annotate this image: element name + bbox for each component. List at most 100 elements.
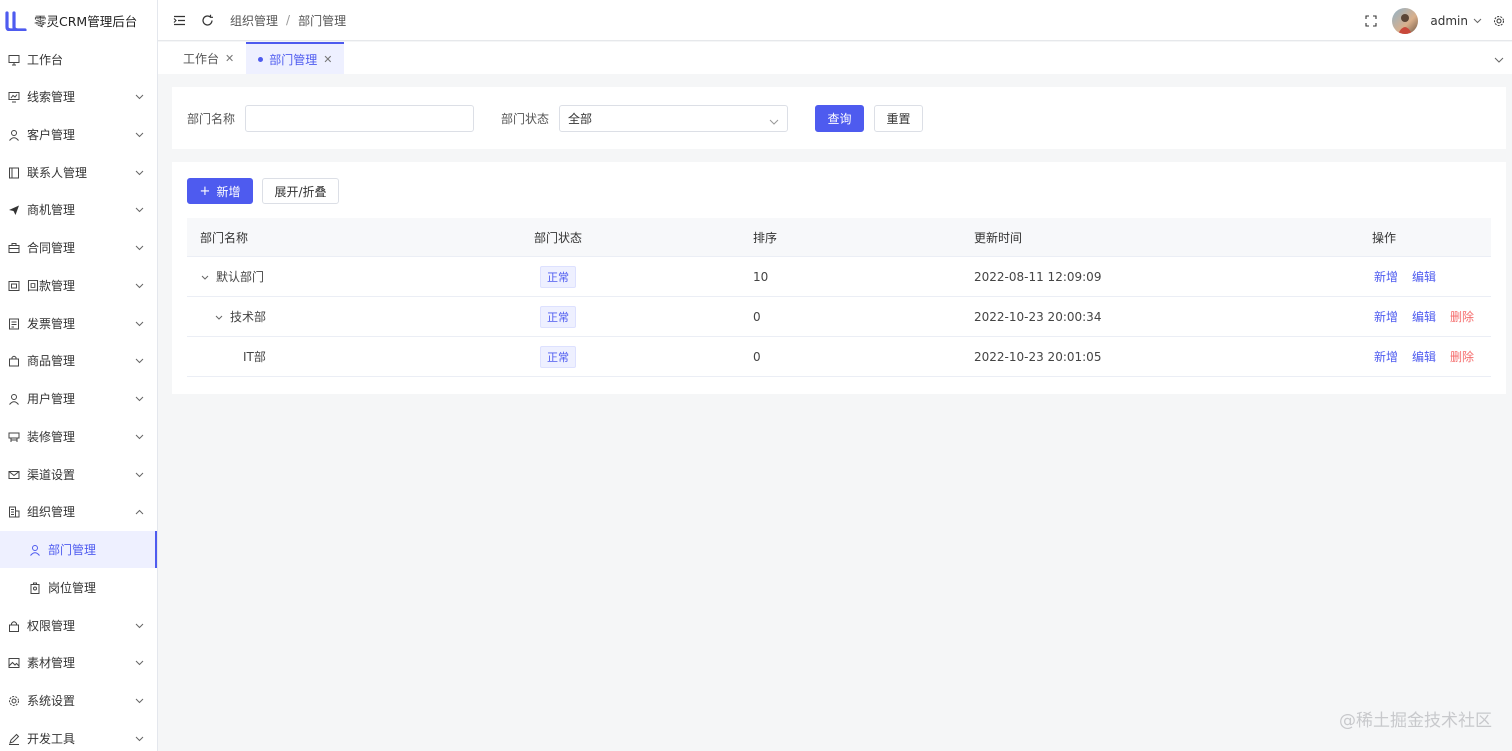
chevron-down-icon <box>134 432 144 442</box>
sidebar-item-label: 开发工具 <box>27 732 76 746</box>
chevron-down-icon <box>769 114 779 125</box>
dept-status-select[interactable]: 全部 <box>559 104 789 132</box>
user-icon <box>7 392 20 405</box>
sidebar-item-products[interactable]: 商品管理 <box>0 342 157 379</box>
chevron-up-icon <box>134 507 144 517</box>
image-icon <box>7 656 20 669</box>
chevron-down-icon[interactable] <box>1494 52 1506 64</box>
table-row: 技术部 正常 0 2022-10-23 20:00:34 新增 编辑 删除 <box>187 297 1491 337</box>
chevron-down-icon <box>134 319 144 329</box>
row-edit-link[interactable]: 编辑 <box>1412 268 1436 285</box>
add-department-button[interactable]: + 新增 <box>187 178 253 204</box>
fullscreen-icon[interactable] <box>1364 14 1378 28</box>
chevron-down-icon <box>134 205 144 215</box>
sidebar-item-label: 商机管理 <box>27 203 76 217</box>
row-add-link[interactable]: 新增 <box>1374 348 1398 365</box>
logo[interactable]: 零灵CRM管理后台 <box>0 0 157 41</box>
column-header: 排序 <box>753 230 778 245</box>
chevron-down-icon[interactable] <box>214 313 224 323</box>
sidebar-item-permissions[interactable]: 权限管理 <box>0 607 157 644</box>
row-edit-link[interactable]: 编辑 <box>1412 308 1436 325</box>
sidebar-item-clues[interactable]: 线索管理 <box>0 78 157 115</box>
sidebar-item-label: 线索管理 <box>27 90 76 104</box>
sidebar-item-workbench[interactable]: 工作台 <box>0 41 157 78</box>
close-icon[interactable]: ✕ <box>225 52 234 65</box>
query-button[interactable]: 查询 <box>815 104 865 132</box>
updated-time-cell: 2022-10-23 20:01:05 <box>974 349 1102 364</box>
sidebar: 零灵CRM管理后台 工作台 线索管理 客户管理 联系人管理 商机管理 合同管理 … <box>0 0 158 751</box>
close-icon[interactable]: ✕ <box>323 53 332 66</box>
reset-button[interactable]: 重置 <box>874 104 924 132</box>
chevron-down-icon <box>134 281 144 291</box>
dept-name-cell: 默认部门 <box>200 268 264 285</box>
chevron-down-icon <box>134 658 144 668</box>
monitor-icon <box>7 53 20 66</box>
avatar[interactable] <box>1392 7 1419 34</box>
menu-fold-icon[interactable] <box>172 13 186 27</box>
tab-workbench[interactable]: 工作台 ✕ <box>158 42 246 74</box>
gear-icon[interactable] <box>1492 14 1506 28</box>
dept-name-label: 部门名称 <box>187 111 236 126</box>
tab-label: 工作台 <box>183 51 220 66</box>
app-title: 零灵CRM管理后台 <box>34 14 138 29</box>
table-header: 部门名称 部门状态 排序 更新时间 操作 <box>187 218 1491 257</box>
row-edit-link[interactable]: 编辑 <box>1412 348 1436 365</box>
dept-name-cell: IT部 <box>243 350 266 364</box>
chevron-down-icon[interactable] <box>200 273 210 283</box>
expand-collapse-button[interactable]: 展开/折叠 <box>262 178 339 204</box>
tab-department[interactable]: 部门管理 ✕ <box>246 42 345 74</box>
breadcrumb-separator: / <box>286 13 291 27</box>
row-add-link[interactable]: 新增 <box>1374 308 1398 325</box>
sidebar-item-opportunities[interactable]: 商机管理 <box>0 191 157 228</box>
chevron-down-icon <box>134 356 144 366</box>
username[interactable]: admin <box>1430 14 1468 28</box>
sidebar-item-payments[interactable]: 回款管理 <box>0 267 157 304</box>
sidebar-item-channels[interactable]: 渠道设置 <box>0 456 157 493</box>
sidebar-item-label: 合同管理 <box>27 241 76 255</box>
sidebar-item-label: 渠道设置 <box>27 468 76 482</box>
sidebar-item-invoices[interactable]: 发票管理 <box>0 305 157 342</box>
sidebar-item-department[interactable]: 部门管理 <box>0 531 157 568</box>
chevron-down-icon <box>134 92 144 102</box>
user-icon <box>7 128 20 141</box>
column-header: 操作 <box>1372 230 1397 245</box>
status-badge: 正常 <box>540 345 576 368</box>
row-add-link[interactable]: 新增 <box>1374 268 1398 285</box>
chevron-down-icon <box>134 696 144 706</box>
sidebar-item-label: 发票管理 <box>27 317 76 331</box>
bag-icon <box>7 354 20 367</box>
dept-status-label: 部门状态 <box>501 111 550 126</box>
breadcrumb-item[interactable]: 组织管理 <box>230 12 278 29</box>
sidebar-item-system-settings[interactable]: 系统设置 <box>0 682 157 719</box>
sidebar-item-label: 权限管理 <box>27 619 76 633</box>
row-delete-link[interactable]: 删除 <box>1450 348 1474 365</box>
payment-icon <box>7 279 20 292</box>
sidebar-item-dev-tools[interactable]: 开发工具 <box>0 720 157 751</box>
sidebar-item-label: 岗位管理 <box>48 581 97 595</box>
briefcase-icon <box>7 241 20 254</box>
sidebar-item-contracts[interactable]: 合同管理 <box>0 229 157 266</box>
sidebar-item-position[interactable]: 岗位管理 <box>0 569 157 606</box>
add-button-label: 新增 <box>216 184 241 199</box>
table-row: IT部 正常 0 2022-10-23 20:01:05 新增 编辑 删除 <box>187 337 1491 377</box>
sidebar-item-label: 装修管理 <box>27 430 76 444</box>
header-actions: admin <box>1364 0 1512 41</box>
table-row: 默认部门 正常 10 2022-08-11 12:09:09 新增 编辑 <box>187 257 1491 297</box>
refresh-icon[interactable] <box>200 13 214 27</box>
sidebar-item-label: 客户管理 <box>27 128 76 142</box>
row-delete-link[interactable]: 删除 <box>1450 308 1474 325</box>
sidebar-item-customers[interactable]: 客户管理 <box>0 116 157 153</box>
dept-name-input[interactable] <box>245 104 475 132</box>
send-icon <box>7 203 20 216</box>
mail-icon <box>7 468 20 481</box>
sidebar-item-label: 工作台 <box>27 53 64 67</box>
user-icon <box>28 543 41 556</box>
sidebar-item-organization[interactable]: 组织管理 <box>0 493 157 530</box>
sidebar-item-contacts[interactable]: 联系人管理 <box>0 154 157 191</box>
sidebar-item-materials[interactable]: 素材管理 <box>0 644 157 681</box>
dept-name-cell: 技术部 <box>214 308 266 325</box>
sidebar-item-decoration[interactable]: 装修管理 <box>0 418 157 455</box>
sidebar-item-users[interactable]: 用户管理 <box>0 380 157 417</box>
chevron-down-icon[interactable] <box>1473 18 1482 24</box>
sidebar-item-label: 系统设置 <box>27 694 76 708</box>
